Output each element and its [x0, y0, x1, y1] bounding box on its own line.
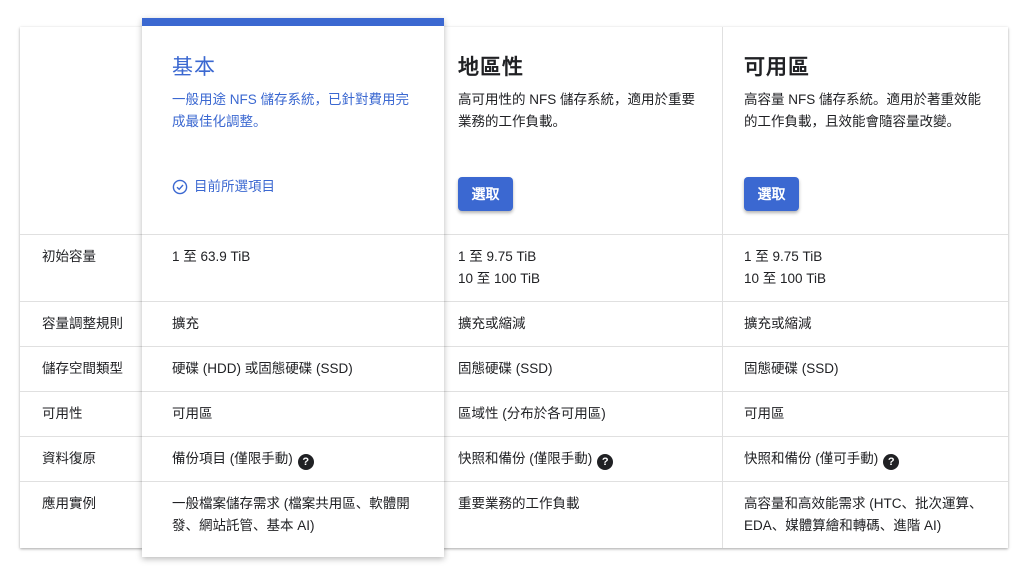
tier-title: 地區性	[458, 56, 524, 79]
cell-data-recovery: 備份項目 (僅限手動)?	[172, 448, 314, 470]
row-label-scaling-rule: 容量調整規則	[42, 316, 123, 331]
row-divider	[142, 301, 444, 302]
tier-title: 基本	[172, 56, 216, 79]
column-divider	[722, 27, 723, 548]
selected-indicator-bar	[142, 18, 444, 26]
cell-initial-capacity: 1 至 9.75 TiB 10 至 100 TiB	[744, 249, 827, 286]
cell-data-recovery-text: 備份項目 (僅限手動)	[172, 451, 293, 466]
question-circle-icon[interactable]: ?	[883, 454, 900, 470]
cell-storage-type: 硬碟 (HDD) 或固態硬碟 (SSD)	[172, 361, 353, 376]
row-divider	[142, 346, 444, 347]
cell-storage-type: 固態硬碟 (SSD)	[744, 361, 839, 376]
cell-data-recovery-text: 快照和備份 (僅限手動)	[458, 451, 593, 466]
tier-description: 高可用性的 NFS 儲存系統，適用於重要業務的工作負載。	[458, 92, 696, 129]
cell-storage-type: 固態硬碟 (SSD)	[458, 361, 553, 376]
cell-use-cases: 重要業務的工作負載	[458, 496, 580, 511]
row-divider	[142, 234, 444, 235]
row-divider	[142, 481, 444, 482]
row-label-data-recovery: 資料復原	[42, 451, 96, 466]
cell-availability: 可用區	[172, 406, 213, 421]
tier-title: 可用區	[744, 56, 810, 79]
cell-availability: 區域性 (分布於各可用區)	[458, 406, 606, 421]
cell-initial-capacity: 1 至 9.75 TiB 10 至 100 TiB	[458, 249, 541, 286]
cell-use-cases: 高容量和高效能需求 (HTC、批次運算、EDA、媒體算繪和轉碼、進階 AI)	[744, 496, 983, 533]
cell-data-recovery: 快照和備份 (僅可手動)?	[744, 448, 900, 470]
tier-description: 一般用途 NFS 儲存系統，已針對費用完成最佳化調整。	[172, 92, 410, 129]
row-divider	[142, 391, 444, 392]
current-selection-status: 目前所選項目	[172, 176, 275, 198]
cell-initial-capacity: 1 至 63.9 TiB	[172, 249, 251, 264]
cell-scaling-rule: 擴充或縮減	[744, 316, 812, 331]
question-circle-icon[interactable]: ?	[597, 454, 614, 470]
cell-use-cases: 一般檔案儲存需求 (檔案共用區、軟體開發、網站託管、基本 AI)	[172, 496, 410, 533]
check-circle-icon	[172, 179, 188, 195]
cell-data-recovery: 快照和備份 (僅限手動)?	[458, 448, 614, 470]
question-circle-icon[interactable]: ?	[297, 454, 314, 470]
row-label-availability: 可用性	[42, 406, 83, 421]
select-regional-button[interactable]: 選取	[458, 177, 513, 211]
current-selection-label: 目前所選項目	[194, 179, 275, 194]
cell-availability: 可用區	[744, 406, 785, 421]
row-label-storage-type: 儲存空間類型	[42, 361, 123, 376]
row-label-initial-capacity: 初始容量	[42, 249, 96, 264]
tier-description: 高容量 NFS 儲存系統。適用於著重效能的工作負載，且效能會隨容量改變。	[744, 92, 982, 129]
tier-column-basic-selected[interactable]: 基本 一般用途 NFS 儲存系統，已針對費用完成最佳化調整。 目前所選項目 1 …	[142, 18, 444, 557]
select-zonal-button[interactable]: 選取	[744, 177, 799, 211]
cell-data-recovery-text: 快照和備份 (僅可手動)	[744, 451, 879, 466]
row-label-use-cases: 應用實例	[42, 496, 96, 511]
row-divider	[142, 436, 444, 437]
cell-scaling-rule: 擴充	[172, 316, 199, 331]
cell-scaling-rule: 擴充或縮減	[458, 316, 526, 331]
